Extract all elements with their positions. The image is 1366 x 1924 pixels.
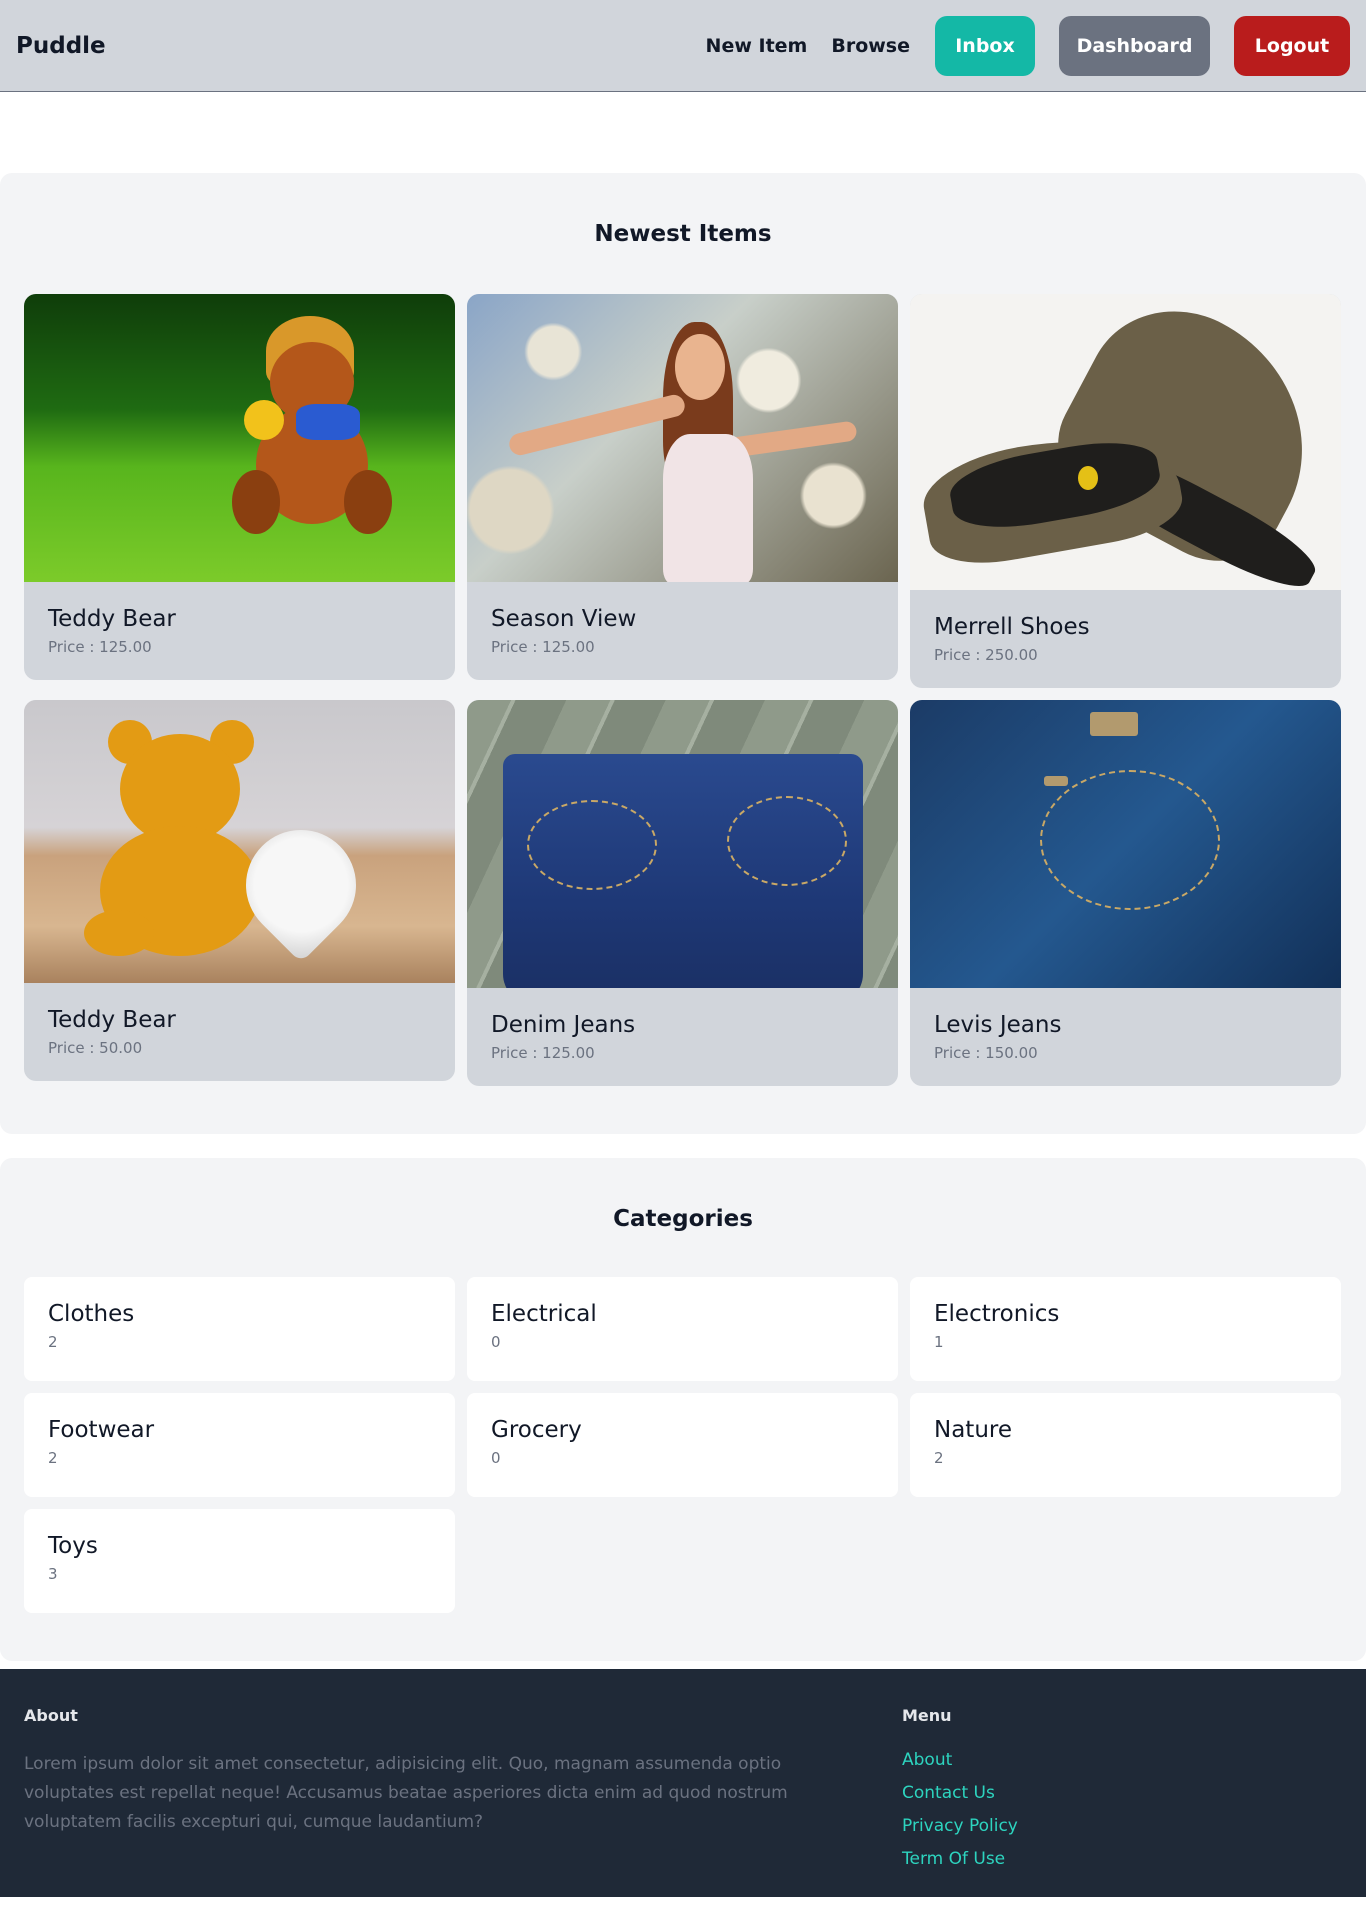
- newest-items-title: Newest Items: [594, 221, 772, 247]
- levis-jeans-photo: [910, 700, 1341, 988]
- item-price: Price : 150.00: [934, 1044, 1038, 1062]
- newest-items-grid: Teddy Bear Price : 125.00 Season View Pr…: [24, 294, 1342, 1086]
- category-count: 1: [934, 1333, 944, 1351]
- logout-button[interactable]: Logout: [1234, 15, 1350, 76]
- category-count: 0: [491, 1449, 501, 1467]
- footer-link-contact-us[interactable]: Contact Us: [902, 1783, 1018, 1803]
- dashboard-button[interactable]: Dashboard: [1059, 15, 1210, 76]
- item-name: Merrell Shoes: [934, 614, 1090, 640]
- category-card-grocery[interactable]: Grocery 0: [467, 1393, 898, 1497]
- category-name: Electronics: [934, 1301, 1060, 1327]
- category-card-clothes[interactable]: Clothes 2: [24, 1277, 455, 1381]
- category-card-electronics[interactable]: Electronics 1: [910, 1277, 1341, 1381]
- categories-title: Categories: [613, 1206, 753, 1232]
- category-name: Footwear: [48, 1417, 155, 1443]
- footer-about-text: Lorem ipsum dolor sit amet consectetur, …: [24, 1754, 788, 1832]
- item-name: Denim Jeans: [491, 1012, 636, 1038]
- category-name: Nature: [934, 1417, 1012, 1443]
- teddy-bear-with-heart-photo: [24, 700, 455, 983]
- category-count: 2: [48, 1333, 58, 1351]
- merrell-shoes-photo: [910, 294, 1341, 590]
- footer-about-title: About: [24, 1706, 78, 1725]
- category-card-footwear[interactable]: Footwear 2: [24, 1393, 455, 1497]
- category-card-electrical[interactable]: Electrical 0: [467, 1277, 898, 1381]
- category-count: 0: [491, 1333, 501, 1351]
- inbox-button[interactable]: Inbox: [935, 15, 1035, 76]
- categories-section: Categories Clothes 2 Electrical 0 Electr…: [0, 1158, 1366, 1661]
- item-price: Price : 250.00: [934, 646, 1038, 664]
- item-card[interactable]: Levis Jeans Price : 150.00: [910, 700, 1341, 1086]
- footer-link-term-of-use[interactable]: Term Of Use: [902, 1849, 1018, 1869]
- footer-menu-title: Menu: [902, 1706, 952, 1725]
- category-name: Clothes: [48, 1301, 135, 1327]
- category-count: 3: [48, 1565, 58, 1583]
- footer-link-about[interactable]: About: [902, 1750, 1018, 1770]
- footer-about: About Lorem ipsum dolor sit amet consect…: [24, 1693, 886, 1897]
- denim-jeans-photo: [467, 700, 898, 988]
- newest-items-section: Newest Items Teddy Bear Price : 125.00 S…: [0, 173, 1366, 1134]
- item-card[interactable]: Teddy Bear Price : 125.00: [24, 294, 455, 680]
- footer: About Lorem ipsum dolor sit amet consect…: [0, 1669, 1366, 1897]
- top-navbar: Puddle New Item Browse Inbox Dashboard L…: [0, 0, 1366, 92]
- item-price: Price : 50.00: [48, 1039, 143, 1057]
- item-name: Levis Jeans: [934, 1012, 1062, 1038]
- brand-logo[interactable]: Puddle: [16, 33, 106, 59]
- item-price: Price : 125.00: [491, 1044, 595, 1062]
- category-name: Toys: [48, 1533, 98, 1559]
- category-card-nature[interactable]: Nature 2: [910, 1393, 1341, 1497]
- footer-menu: Menu About Contact Us Privacy Policy Ter…: [902, 1693, 1018, 1897]
- category-count: 2: [48, 1449, 58, 1467]
- category-card-toys[interactable]: Toys 3: [24, 1509, 455, 1613]
- item-name: Teddy Bear: [48, 606, 176, 632]
- category-count: 2: [934, 1449, 944, 1467]
- item-price: Price : 125.00: [48, 638, 152, 656]
- item-name: Season View: [491, 606, 637, 632]
- new-item-link[interactable]: New Item: [706, 35, 808, 57]
- browse-link[interactable]: Browse: [831, 35, 910, 57]
- footer-link-privacy-policy[interactable]: Privacy Policy: [902, 1816, 1018, 1836]
- category-name: Grocery: [491, 1417, 582, 1443]
- item-name: Teddy Bear: [48, 1007, 176, 1033]
- item-price: Price : 125.00: [491, 638, 595, 656]
- category-name: Electrical: [491, 1301, 597, 1327]
- item-card[interactable]: Merrell Shoes Price : 250.00: [910, 294, 1341, 688]
- nav-actions: New Item Browse Inbox Dashboard Logout: [706, 15, 1350, 76]
- categories-grid: Clothes 2 Electrical 0 Electronics 1 Foo…: [24, 1277, 1342, 1613]
- item-card[interactable]: Season View Price : 125.00: [467, 294, 898, 680]
- teddy-bear-in-grass-photo: [24, 294, 455, 582]
- item-card[interactable]: Denim Jeans Price : 125.00: [467, 700, 898, 1086]
- woman-in-blossom-tree-photo: [467, 294, 898, 582]
- item-card[interactable]: Teddy Bear Price : 50.00: [24, 700, 455, 1081]
